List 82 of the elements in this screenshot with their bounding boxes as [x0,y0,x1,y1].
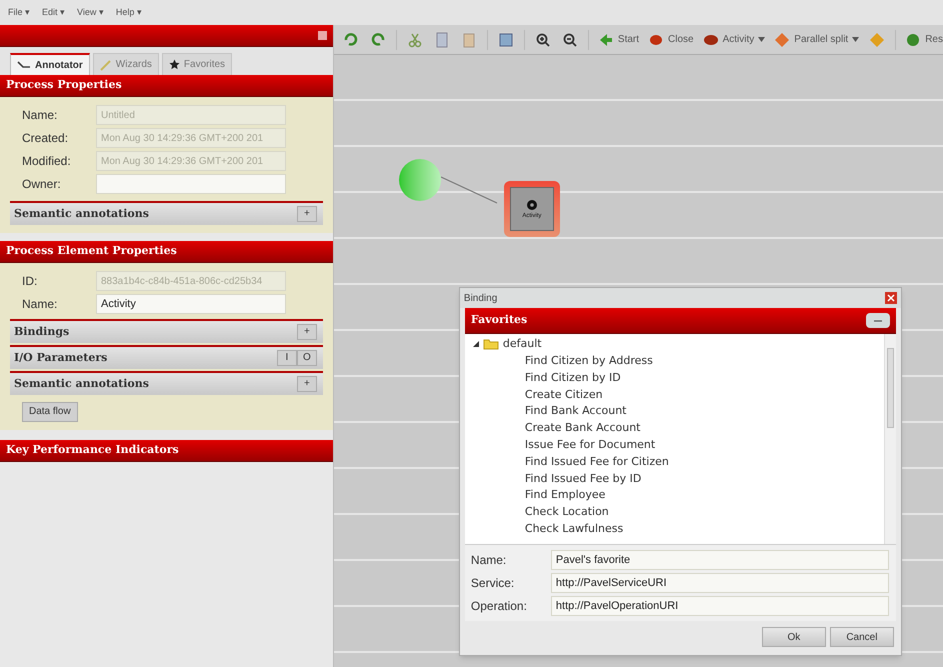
field-label: Operation: [470,598,528,615]
small-button[interactable]: + [296,324,317,340]
text-field[interactable]: Activity [96,294,286,314]
tree-item[interactable]: Find Citizen by ID [524,370,621,386]
small-button[interactable]: + [296,206,317,222]
field-label: Created: [22,130,70,147]
redo-icon [370,32,386,48]
scissors-icon [406,32,423,48]
toolbar-button[interactable]: Res [905,30,943,50]
collapsible-section-bar[interactable]: Bindings + [10,319,323,343]
diamond-icon [774,32,790,48]
small-button[interactable]: O [296,350,317,366]
collapse-icon [318,31,327,40]
start-event-node[interactable] [398,159,441,201]
section-title: Bindings [14,324,70,340]
connector-line [438,175,499,205]
close-icon [886,294,895,302]
field-label: ID: [22,273,38,290]
section-title: Process Element Properties [6,243,177,260]
tree-item[interactable]: Find Bank Account [524,403,626,420]
field-label: Name: [22,107,58,124]
diamond-icon [869,32,886,48]
field-label: Name: [470,552,508,569]
menu-item[interactable]: File ▾ [8,6,30,20]
dialog-button[interactable]: Ok [762,627,826,647]
toolbar-button[interactable]: Activity [702,30,754,50]
section-title: Semantic annotations [14,376,149,392]
save-icon [498,32,514,48]
toolbar-button[interactable]: Start [598,30,640,50]
tree-item[interactable]: Find Employee [524,487,606,504]
collapsible-section-bar[interactable]: Semantic annotations + [10,201,323,225]
caret-icon[interactable] [852,37,860,42]
field-label: Owner: [22,176,62,193]
toolbar-button[interactable]: Close [648,30,694,50]
section-title: Semantic annotations [14,206,149,222]
data-flow-button[interactable]: Data flow [22,402,78,422]
toolbar-button[interactable]: Parallel split [774,30,848,50]
star-icon [168,59,180,70]
tree-item[interactable]: Check Lawfulness [524,520,624,538]
tab[interactable]: Annotator [10,53,90,75]
section-title: Process Properties [6,77,122,94]
collapse-button[interactable] [866,313,890,328]
tree-item[interactable]: Find Citizen by Address [524,352,653,370]
scrollbar[interactable] [884,334,896,544]
document-icon [434,32,450,48]
dialog-button[interactable]: Cancel [830,627,894,647]
collapsible-section-bar[interactable]: I/O Parameters I O [10,345,323,369]
field-label: Service: [470,575,516,592]
tree-item[interactable]: Find Issued Fee for Citizen [524,454,669,470]
menu-item[interactable]: View ▾ [77,6,104,20]
tree-item[interactable]: Create Bank Account [524,420,640,437]
minus-icon [874,318,882,322]
caret-icon[interactable] [758,37,766,42]
menu-item[interactable]: Edit ▾ [42,6,66,20]
section-title: Key Performance Indicators [6,442,179,458]
field-label: Name: [22,296,58,313]
menu-item[interactable]: Help ▾ [116,6,142,20]
close-button[interactable] [884,292,897,304]
zoom-in-icon [534,32,551,48]
tree-item[interactable]: Create Citizen [524,386,603,404]
ball-icon [905,32,922,48]
dialog-title: Binding [464,292,498,306]
text-field[interactable] [96,174,286,194]
folder-icon [482,338,499,350]
tree-item[interactable]: Check Location [524,504,609,521]
panel-title: Favorites [470,312,528,328]
field-label: Modified: [22,153,72,170]
text-field[interactable]: http://PavelOperationURI [550,596,889,616]
undo-icon [342,32,359,48]
expanded-arrow-icon[interactable] [472,341,479,348]
tree-item[interactable]: Find Issued Fee by ID [524,470,642,488]
gear-icon [524,198,539,212]
text-field[interactable]: http://PavelServiceURI [550,573,889,593]
arrow-icon [598,32,614,48]
small-button[interactable]: + [296,376,317,392]
section-title: I/O Parameters [14,350,108,366]
text-field[interactable]: Pavel's favorite [550,550,889,570]
tree-item[interactable]: default [502,336,542,353]
tree-item[interactable]: Issue Fee for Document [524,436,656,454]
small-button[interactable]: I [276,350,297,366]
zoom-out-icon [562,32,578,48]
collapsible-section-bar[interactable]: Semantic annotations + [10,371,323,395]
